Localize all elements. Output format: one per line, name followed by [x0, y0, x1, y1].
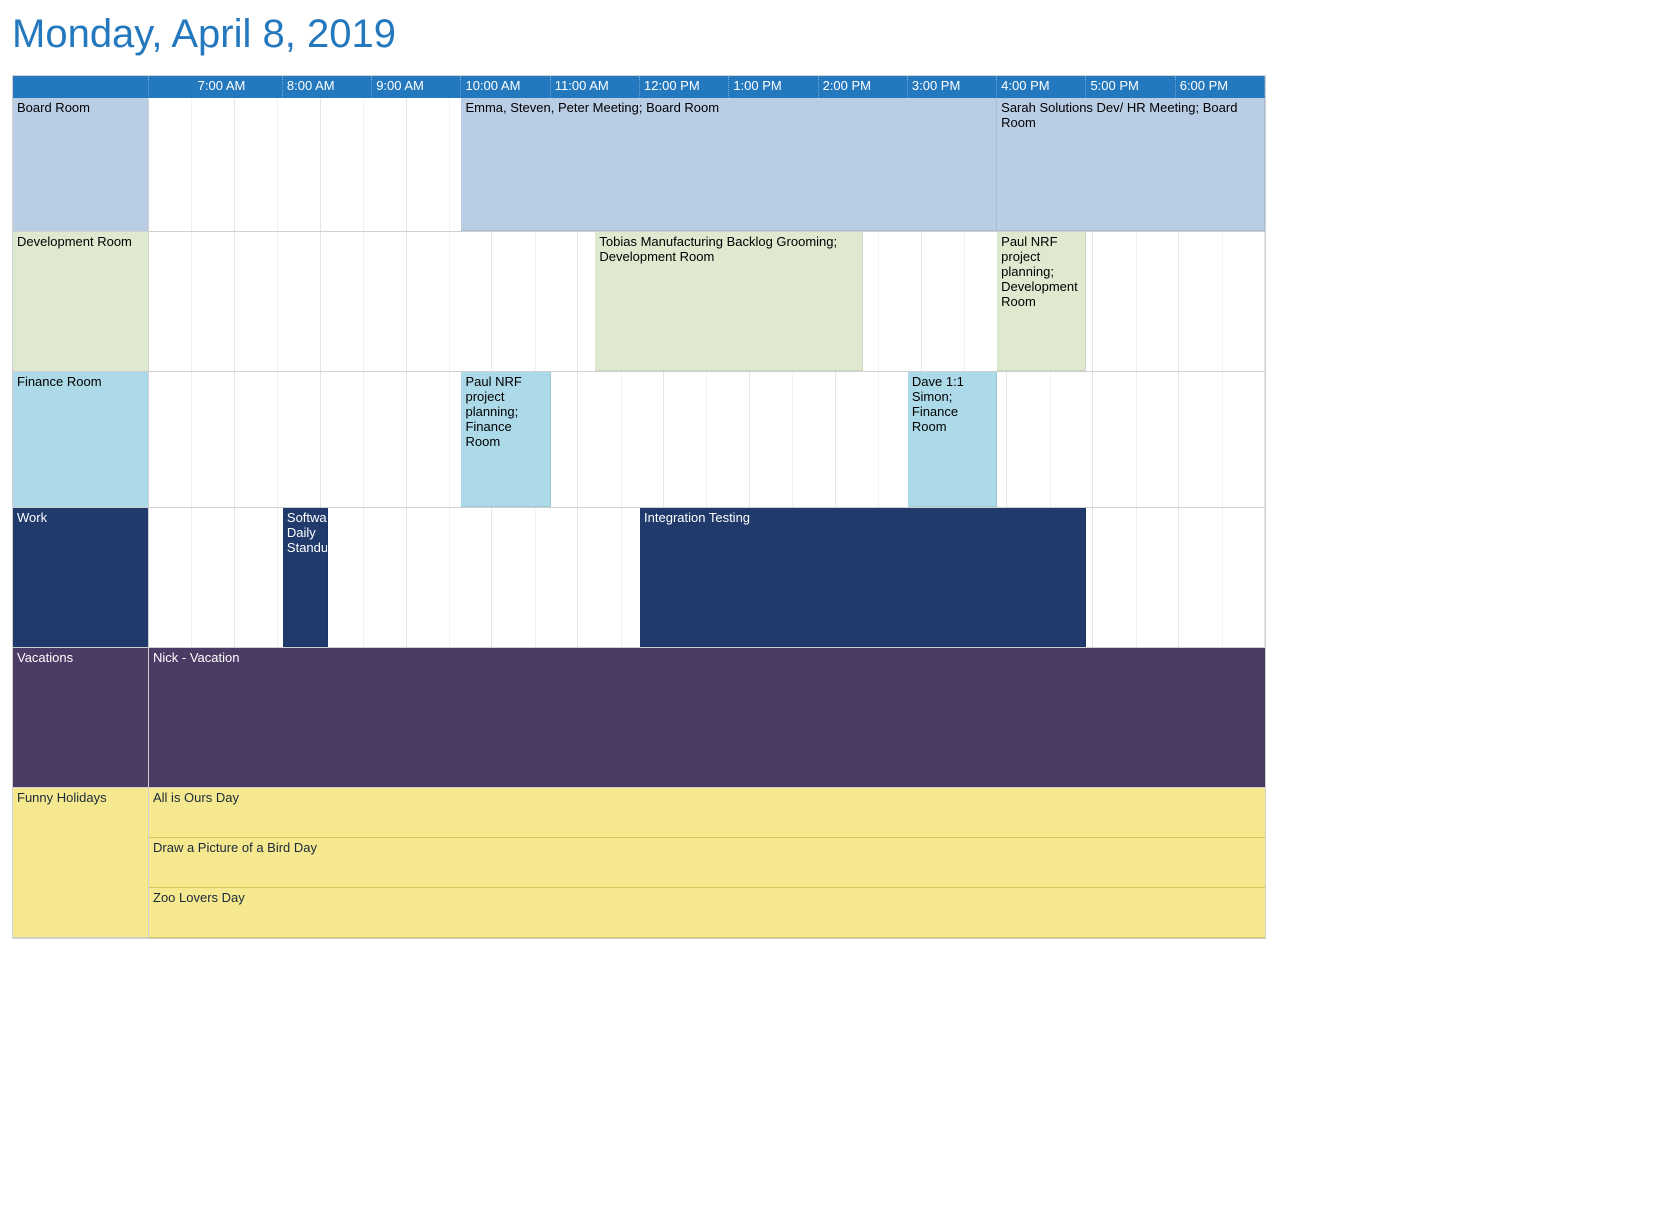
holiday-item[interactable]: Zoo Lovers Day [149, 888, 1265, 938]
time-header-row: 7:00 AM8:00 AM9:00 AM10:00 AM11:00 AM12:… [13, 76, 1265, 98]
event[interactable]: Integration Testing [640, 508, 1086, 647]
room-label: Funny Holidays [13, 788, 149, 938]
time-header: 3:00 PM [908, 76, 997, 98]
room-label: Board Room [13, 98, 149, 232]
holiday-item[interactable]: Draw a Picture of a Bird Day [149, 838, 1265, 888]
row-board-room: Board RoomEmma, Steven, Peter Meeting; B… [13, 98, 1265, 232]
room-label: Finance Room [13, 372, 149, 508]
holiday-item[interactable]: All is Ours Day [149, 788, 1265, 838]
row-body[interactable]: Nick - Vacation [149, 648, 1265, 788]
time-header: 6:00 PM [1176, 76, 1265, 98]
time-header: 5:00 PM [1086, 76, 1175, 98]
holiday-label: Zoo Lovers Day [149, 888, 1265, 907]
header-room-spacer [13, 76, 149, 98]
time-header: 2:00 PM [819, 76, 908, 98]
row-body[interactable]: Software Daily Standup Integration Testin… [149, 508, 1265, 648]
event[interactable]: Paul NRF project planning; Finance Room [461, 372, 550, 507]
room-label: Work [13, 508, 149, 648]
holiday-label: All is Ours Day [149, 788, 1265, 807]
time-header: 12:00 PM [640, 76, 729, 98]
time-header: 1:00 PM [729, 76, 818, 98]
calendar: 7:00 AM8:00 AM9:00 AM10:00 AM11:00 AM12:… [12, 75, 1266, 939]
event[interactable]: Paul NRF project planning; Development R… [997, 232, 1086, 371]
row-body[interactable]: Emma, Steven, Peter Meeting; Board RoomS… [149, 98, 1265, 232]
room-label: Development Room [13, 232, 149, 372]
row-body[interactable]: Tobias Manufacturing Backlog Grooming; D… [149, 232, 1265, 372]
event[interactable]: Dave 1:1 Simon; Finance Room [908, 372, 997, 507]
page-title: Monday, April 8, 2019 [12, 12, 1663, 57]
event[interactable]: Sarah Solutions Dev/ HR Meeting; Board R… [997, 98, 1265, 231]
event[interactable]: Software Daily Standup [283, 508, 328, 647]
row-finance-room: Finance RoomPaul NRF project planning; F… [13, 372, 1265, 508]
time-header: 10:00 AM [461, 76, 550, 98]
holiday-label: Draw a Picture of a Bird Day [149, 838, 1265, 857]
time-header: 11:00 AM [551, 76, 640, 98]
row-vacations: VacationsNick - Vacation [13, 648, 1265, 788]
time-header: 9:00 AM [372, 76, 461, 98]
time-header: 8:00 AM [283, 76, 372, 98]
room-label: Vacations [13, 648, 149, 788]
event[interactable]: Tobias Manufacturing Backlog Grooming; D… [595, 232, 863, 371]
row-body[interactable]: Paul NRF project planning; Finance Room D… [149, 372, 1265, 508]
event[interactable]: Emma, Steven, Peter Meeting; Board Room [461, 98, 997, 231]
time-header: 7:00 AM [194, 76, 283, 98]
row-development-room: Development Room Tobias Manufacturing Bac… [13, 232, 1265, 372]
time-header: 4:00 PM [997, 76, 1086, 98]
row-work: Work Software Daily Standup Integration Te… [13, 508, 1265, 648]
row-funny-holidays: Funny Holidays All is Ours Day Draw a Pic… [13, 788, 1265, 938]
event[interactable]: Nick - Vacation [149, 648, 1265, 787]
